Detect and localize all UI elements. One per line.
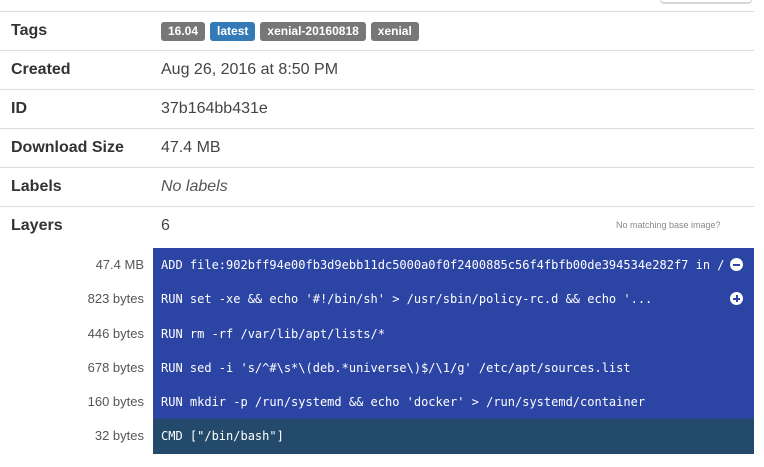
layer-command-text: RUN mkdir -p /run/systemd && echo 'docke…: [161, 395, 646, 410]
download-size-row: Download Size 47.4 MB: [0, 128, 754, 167]
tag-badge[interactable]: xenial-20160818: [260, 22, 366, 41]
layer-command-text: CMD ["/bin/bash"]: [161, 429, 284, 444]
created-label: Created: [11, 61, 71, 78]
layer-command-text: RUN set -xe && echo '#!/bin/sh' > /usr/s…: [161, 292, 653, 307]
id-label: ID: [11, 100, 27, 117]
layers-row: Layers 6 No matching base image?: [0, 206, 754, 245]
layer-list: 47.4 MB ADD file:902bff94e00fb3d9ebb11dc…: [0, 248, 754, 454]
collapse-icon[interactable]: [730, 258, 743, 271]
layer-row: 160 bytes RUN mkdir -p /run/systemd && e…: [0, 385, 754, 420]
layer-command[interactable]: RUN sed -i 's/^#\s*\(deb.*universe\)$/\1…: [153, 350, 754, 386]
layer-row: 32 bytes CMD ["/bin/bash"]: [0, 419, 754, 454]
created-row: Created Aug 26, 2016 at 8:50 PM: [0, 50, 754, 89]
layer-size: 32 bytes: [94, 428, 144, 444]
layer-row: 47.4 MB ADD file:902bff94e00fb3d9ebb11dc…: [0, 248, 754, 283]
layer-row: 678 bytes RUN sed -i 's/^#\s*\(deb.*univ…: [0, 350, 754, 386]
layer-size: 47.4 MB: [95, 257, 144, 272]
layer-size: 823 bytes: [87, 291, 144, 307]
base-image-note[interactable]: No matching base image?: [616, 220, 721, 230]
download-size-value: 47.4 MB: [161, 139, 221, 156]
id-value: 37b164bb431e: [161, 100, 268, 117]
layer-command-text: RUN sed -i 's/^#\s*\(deb.*universe\)$/\1…: [161, 360, 631, 375]
labels-label: Labels: [11, 178, 62, 195]
tag-badge-latest[interactable]: latest: [210, 22, 256, 41]
layer-row: 446 bytes RUN rm -rf /var/lib/apt/lists/…: [0, 316, 754, 351]
layer-command[interactable]: CMD ["/bin/bash"]: [153, 419, 754, 454]
tag-list: 16.04 latest xenial-20160818 xenial: [161, 22, 419, 41]
image-info-table: Tags 16.04 latest xenial-20160818 xenial…: [0, 11, 754, 245]
layer-size: 446 bytes: [87, 325, 144, 341]
created-value: Aug 26, 2016 at 8:50 PM: [161, 61, 339, 78]
layer-command[interactable]: RUN set -xe && echo '#!/bin/sh' > /usr/s…: [153, 282, 754, 317]
top-panel-edge: [660, 0, 752, 4]
tag-badge[interactable]: xenial: [370, 22, 419, 41]
layer-size: 678 bytes: [87, 359, 144, 375]
labels-row: Labels No labels: [0, 167, 754, 206]
layers-count: 6: [161, 217, 170, 234]
download-size-label: Download Size: [11, 139, 124, 156]
labels-value: No labels: [161, 178, 228, 195]
layer-command[interactable]: ADD file:902bff94e00fb3d9ebb11dc5000a0f0…: [153, 248, 754, 283]
layer-command[interactable]: RUN rm -rf /var/lib/apt/lists/*: [153, 316, 754, 351]
tags-label: Tags: [11, 22, 48, 39]
id-row: ID 37b164bb431e: [0, 89, 754, 128]
layer-row: 823 bytes RUN set -xe && echo '#!/bin/sh…: [0, 282, 754, 317]
layer-command-text: ADD file:902bff94e00fb3d9ebb11dc5000a0f0…: [161, 258, 725, 272]
layer-command-text: RUN rm -rf /var/lib/apt/lists/*: [161, 326, 385, 341]
layer-size: 160 bytes: [87, 394, 144, 410]
layers-label: Layers: [11, 217, 63, 234]
layer-command[interactable]: RUN mkdir -p /run/systemd && echo 'docke…: [153, 385, 754, 420]
expand-icon[interactable]: [730, 292, 743, 306]
tag-badge[interactable]: 16.04: [161, 22, 206, 41]
tags-row: Tags 16.04 latest xenial-20160818 xenial: [0, 11, 754, 50]
